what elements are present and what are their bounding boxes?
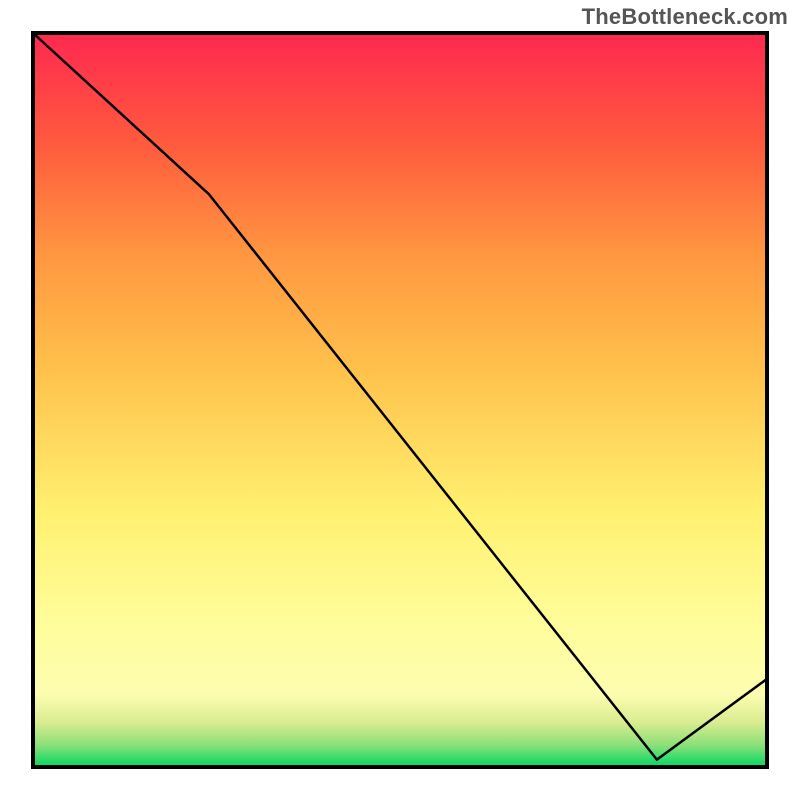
chart-svg <box>0 0 800 800</box>
plot-background <box>33 33 767 767</box>
chart-container: TheBottleneck.com <box>0 0 800 800</box>
